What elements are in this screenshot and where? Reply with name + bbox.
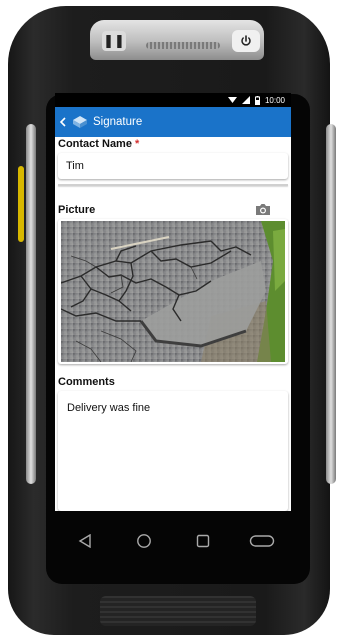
speaker-grille — [146, 42, 220, 49]
nav-recents-icon[interactable] — [190, 531, 216, 551]
side-rail-right — [326, 124, 336, 484]
app-logo-icon — [71, 114, 89, 130]
signal-icon — [241, 96, 250, 104]
pause-icon[interactable]: ❚❚ — [102, 31, 126, 51]
status-bar: 10:00 — [55, 93, 291, 107]
divider — [58, 184, 288, 186]
road-crack-photo — [61, 221, 285, 362]
comments-label: Comments — [58, 376, 115, 388]
battery-icon — [254, 95, 260, 105]
chevron-left-icon[interactable] — [59, 115, 71, 129]
contact-name-field[interactable]: Tim — [58, 153, 288, 179]
comments-field[interactable]: Delivery was fine — [58, 391, 288, 511]
nav-back-icon[interactable] — [72, 531, 98, 551]
nav-menu-icon[interactable] — [249, 531, 275, 551]
page-title: Signature — [93, 116, 143, 128]
side-rail-left — [26, 124, 36, 484]
screen: 10:00 Signature Contact Name * Tim Pictu… — [55, 93, 291, 511]
contact-name-label: Contact Name * — [58, 138, 140, 150]
wifi-icon — [227, 97, 237, 103]
app-bar: Signature — [55, 107, 291, 137]
nav-home-icon[interactable] — [131, 531, 157, 551]
side-scan-button[interactable] — [18, 166, 24, 242]
bottom-speaker-grille — [100, 596, 256, 626]
power-icon[interactable] — [232, 30, 260, 52]
required-mark: * — [135, 138, 140, 150]
status-time: 10:00 — [264, 95, 285, 105]
picture-label: Picture — [58, 204, 96, 216]
android-nav-bar — [55, 514, 291, 568]
camera-icon[interactable] — [255, 203, 271, 216]
picture-field[interactable] — [58, 219, 288, 364]
